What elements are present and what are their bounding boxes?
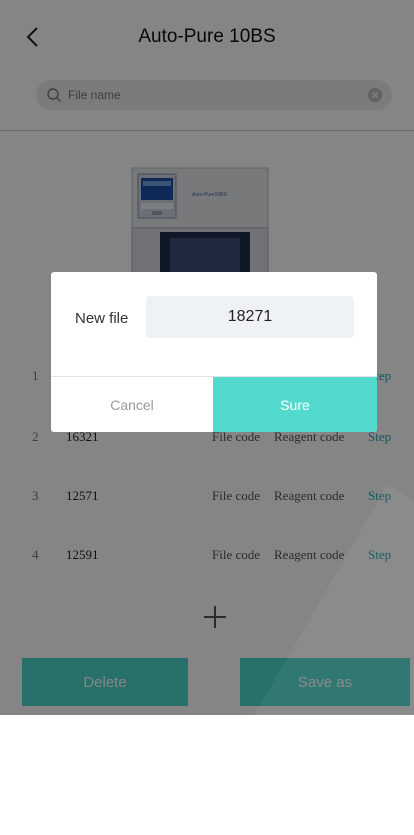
new-file-input[interactable] [146,296,354,338]
sure-button[interactable]: Sure [213,377,377,432]
new-file-dialog: New file Cancel Sure [51,272,377,432]
cancel-button[interactable]: Cancel [51,377,213,432]
new-file-label: New file [75,310,129,327]
watermark-shape [237,485,414,835]
